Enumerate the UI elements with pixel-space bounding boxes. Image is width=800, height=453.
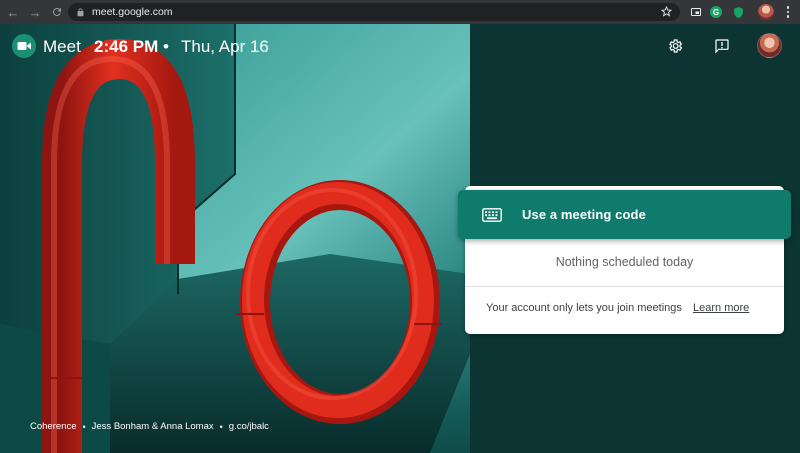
forward-button[interactable]: → xyxy=(24,1,46,23)
use-meeting-code-label: Use a meeting code xyxy=(522,207,646,222)
lock-icon xyxy=(77,7,84,16)
artwork-artists: Jess Bonham & Anna Lomax xyxy=(91,421,214,432)
forward-arrow-icon: → xyxy=(28,4,42,20)
privacy-extension[interactable] xyxy=(730,4,746,20)
browser-profile-avatar[interactable] xyxy=(758,4,774,20)
back-arrow-icon: ← xyxy=(6,4,20,20)
learn-more-link[interactable]: Learn more xyxy=(693,302,749,314)
star-icon[interactable] xyxy=(661,6,672,17)
use-meeting-code-button[interactable]: Use a meeting code xyxy=(458,190,791,239)
shield-icon xyxy=(733,6,743,18)
feedback-button[interactable] xyxy=(712,36,732,56)
empty-schedule-text: Nothing scheduled today xyxy=(555,255,694,269)
grammarly-icon[interactable]: G xyxy=(710,6,722,18)
credit-separator: • xyxy=(82,421,86,432)
feedback-icon xyxy=(715,39,729,54)
app-name: Meet xyxy=(43,37,81,56)
artwork-credit: Coherence • Jess Bonham & Anna Lomax • g… xyxy=(30,421,269,432)
credit-separator: • xyxy=(219,421,223,432)
current-time: 2:46 PM xyxy=(94,37,159,56)
browser-toolbar: ← → meet.google.com G xyxy=(0,0,800,24)
meet-logo-icon xyxy=(12,34,36,58)
back-button[interactable]: ← xyxy=(2,1,24,23)
account-avatar[interactable] xyxy=(757,33,782,58)
meet-page: Meet 2:46 PM • Thu, Apr 16 Use a meeting… xyxy=(0,24,800,453)
address-bar[interactable]: meet.google.com xyxy=(68,3,680,21)
reload-icon xyxy=(52,7,61,16)
keyboard-icon xyxy=(482,207,502,222)
cast-icon xyxy=(691,8,701,16)
account-restriction-text: Your account only lets you join meetings xyxy=(486,302,682,314)
settings-button[interactable] xyxy=(665,36,685,56)
browser-menu-button[interactable] xyxy=(780,4,796,20)
card-divider xyxy=(465,286,784,287)
artwork-title: Coherence xyxy=(30,421,77,432)
artwork-link[interactable]: g.co/jbalc xyxy=(229,421,269,432)
current-date: Thu, Apr 16 xyxy=(181,37,269,56)
reload-button[interactable] xyxy=(46,1,68,23)
header-separator: • xyxy=(163,37,169,56)
url-text: meet.google.com xyxy=(92,6,173,18)
gear-icon xyxy=(669,39,683,53)
cast-extension[interactable] xyxy=(688,4,704,20)
